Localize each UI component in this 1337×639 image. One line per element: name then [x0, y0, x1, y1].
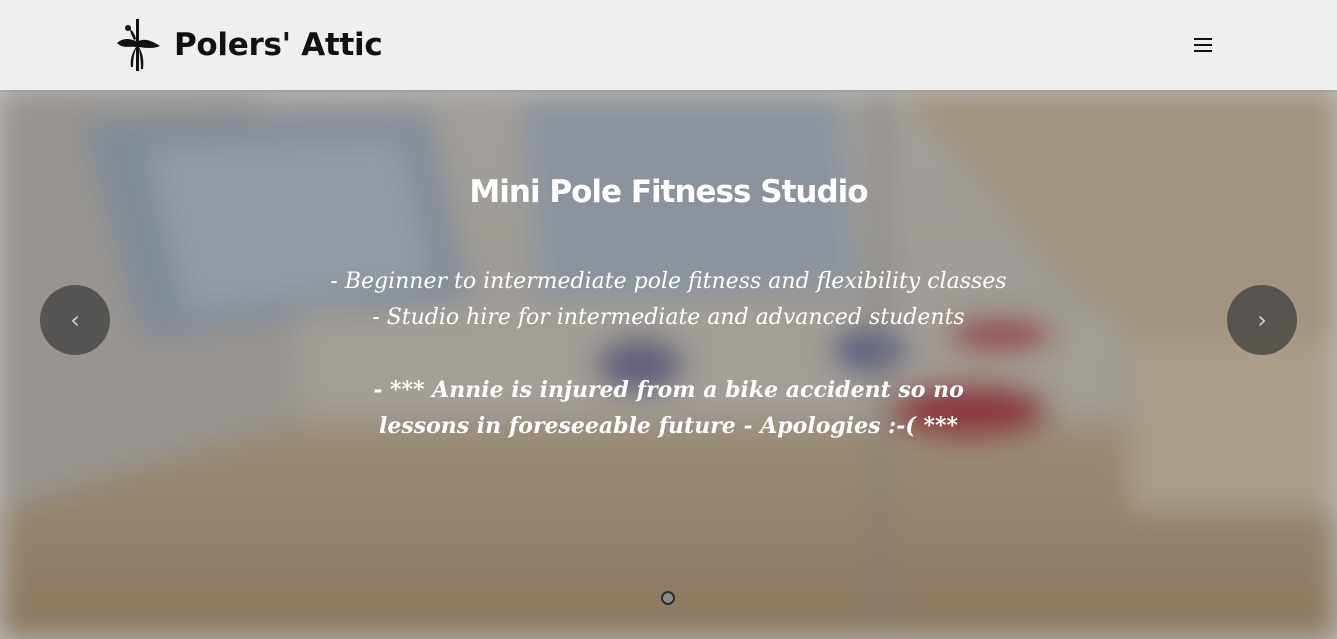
hamburger-menu-icon-bar	[1194, 44, 1212, 46]
hero-notice: - *** Annie is injured from a bike accid…	[373, 377, 964, 439]
pole-dancer-logo-icon	[117, 19, 160, 71]
carousel-prev-button[interactable]: ‹	[40, 285, 110, 355]
hamburger-menu-icon	[1194, 38, 1212, 40]
carousel-next-button[interactable]: ›	[1227, 285, 1297, 355]
hero-carousel: Mini Pole Fitness Studio - Beginner to i…	[0, 90, 1337, 639]
brand-link[interactable]: Polers' Attic	[114, 18, 383, 72]
page: Polers' Attic Mini Pole Fitness Studio -…	[0, 0, 1337, 639]
hero-line-classes: - Beginner to intermediate pole fitness …	[330, 269, 1007, 294]
brand-name: Polers' Attic	[174, 27, 383, 63]
navbar: Polers' Attic	[0, 0, 1337, 90]
hamburger-menu-icon-bar	[1194, 50, 1212, 52]
hamburger-menu-button[interactable]	[1188, 30, 1218, 60]
hero-title: Mini Pole Fitness Studio	[469, 174, 868, 210]
chevron-left-icon: ‹	[70, 306, 80, 334]
hero-spacer	[250, 336, 1087, 372]
chevron-right-icon: ›	[1257, 306, 1267, 334]
hero-line-studio-hire: - Studio hire for intermediate and advan…	[372, 305, 965, 330]
carousel-indicator[interactable]	[661, 591, 675, 605]
hero-caption: Mini Pole Fitness Studio - Beginner to i…	[250, 170, 1087, 444]
